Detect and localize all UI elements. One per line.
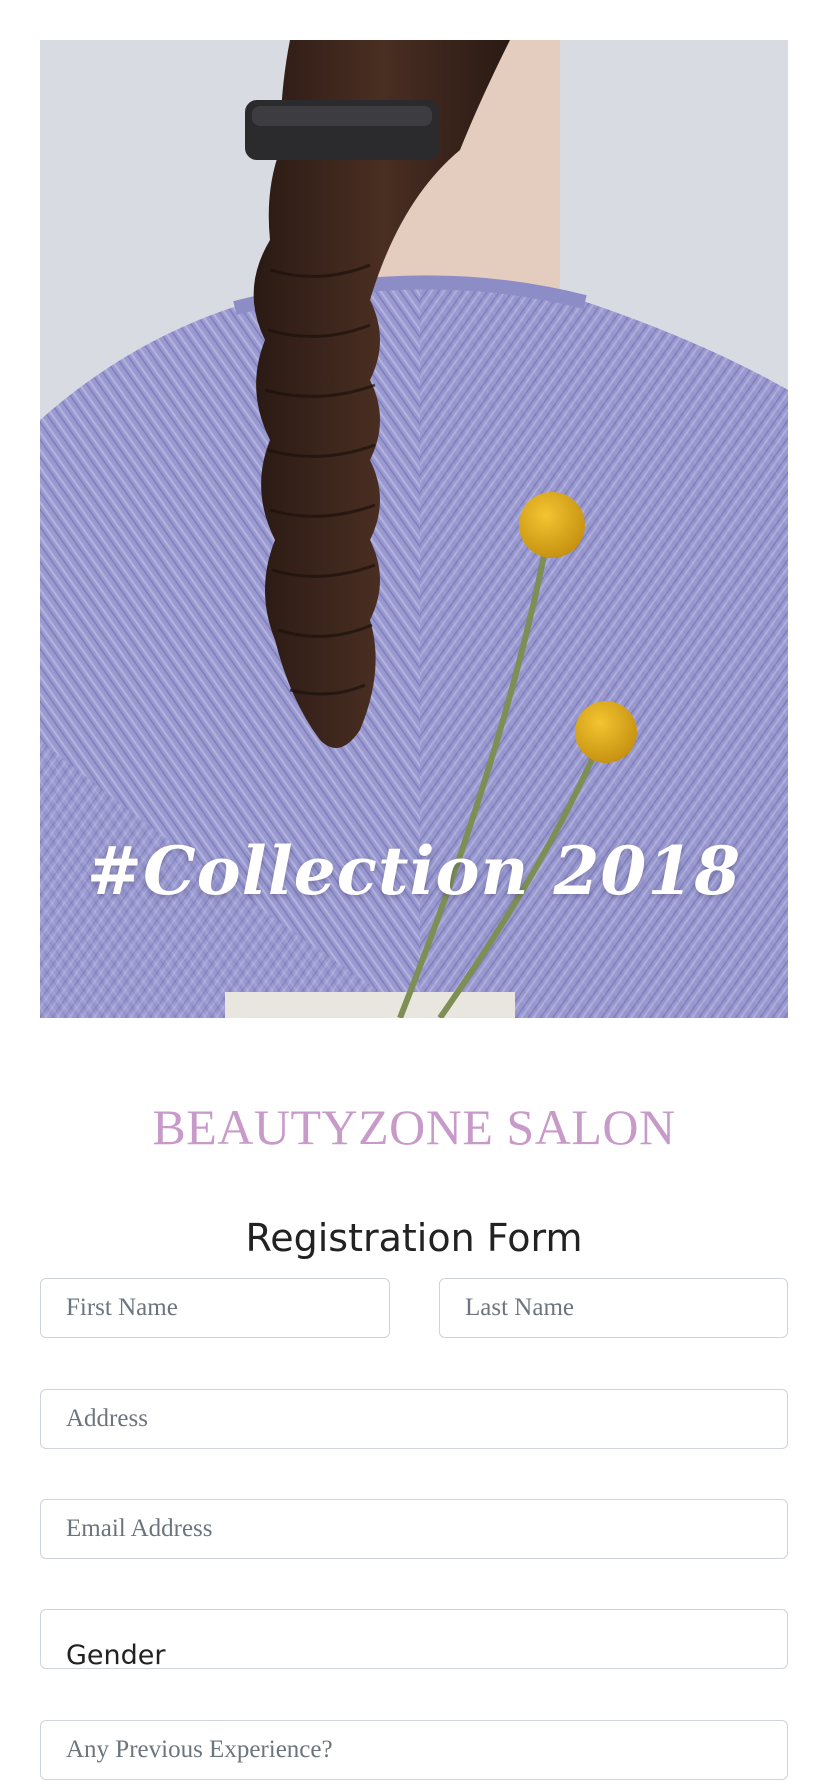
first-name-input[interactable]	[40, 1278, 390, 1338]
form-title: Registration Form	[245, 1216, 583, 1260]
registration-page: #Collection 2018 BEAUTYZONE SALON Regist…	[0, 0, 828, 1792]
hero-caption: #Collection 2018	[86, 832, 742, 910]
experience-input[interactable]	[40, 1720, 788, 1780]
last-name-input[interactable]	[439, 1278, 788, 1338]
address-input[interactable]	[40, 1389, 788, 1449]
brand-title: BEAUTYZONE SALON	[152, 1099, 676, 1155]
hero-image: #Collection 2018	[40, 40, 788, 1018]
gender-select[interactable]: Gender	[40, 1609, 788, 1669]
gender-select-label: Gender	[66, 1640, 166, 1669]
email-input[interactable]	[40, 1499, 788, 1559]
